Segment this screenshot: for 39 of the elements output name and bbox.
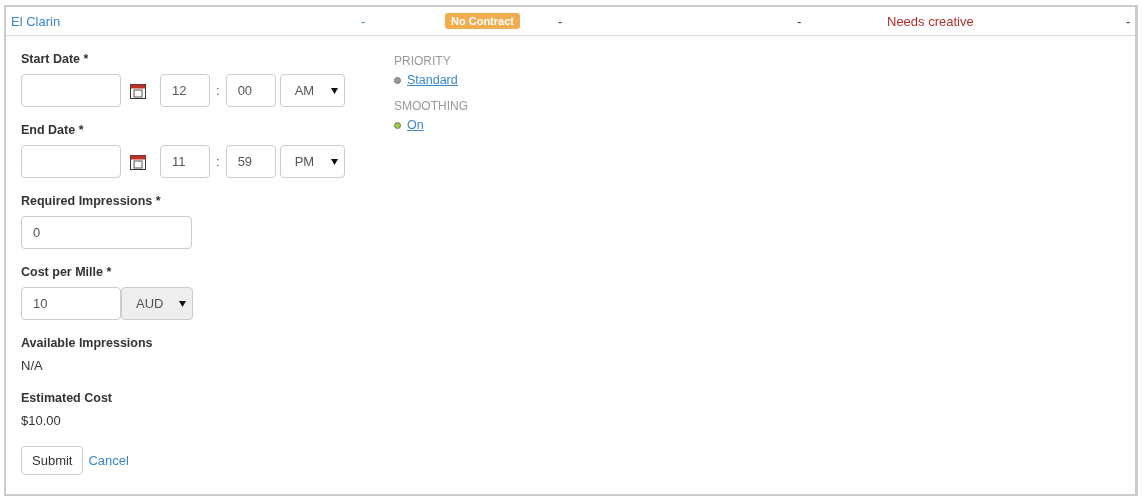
- hour-input[interactable]: 11: [160, 145, 210, 178]
- table-cell: -: [558, 13, 563, 29]
- setting-link[interactable]: On: [407, 118, 424, 132]
- caret-icon: [330, 87, 338, 94]
- field-value: $10.00: [21, 413, 62, 428]
- minute-input[interactable]: 00: [225, 74, 276, 107]
- table-cell: -: [1126, 13, 1131, 29]
- field-label: Estimated Cost: [21, 391, 113, 405]
- caret-icon: [179, 300, 186, 307]
- cancel-link[interactable]: Cancel: [88, 453, 129, 468]
- field-label: Required Impressions *: [21, 194, 162, 208]
- setting-heading: PRIORITY: [394, 54, 452, 68]
- setting-link[interactable]: Standard: [407, 73, 458, 87]
- field-label: Cost per Mille *: [21, 265, 113, 279]
- calendar-icon[interactable]: [130, 153, 146, 170]
- caret-icon: [330, 158, 338, 165]
- meridiem-select[interactable]: PM: [279, 145, 345, 178]
- field-label: End Date *: [21, 123, 85, 137]
- calendar-icon[interactable]: [130, 82, 146, 99]
- status-text: Needs creative: [887, 13, 974, 29]
- time-separator: :: [216, 83, 220, 98]
- date-input[interactable]: [21, 145, 121, 178]
- impressions-input[interactable]: 0: [21, 216, 192, 249]
- row-link[interactable]: -: [361, 13, 366, 29]
- field-value: N/A: [21, 358, 44, 373]
- submit-button[interactable]: Submit: [21, 446, 84, 475]
- field-label: Available Impressions: [21, 336, 154, 350]
- hour-input[interactable]: 12: [160, 74, 210, 107]
- contract-badge: No Contract: [445, 13, 520, 29]
- currency-select[interactable]: AUD: [121, 287, 193, 320]
- time-separator: :: [216, 154, 220, 169]
- setting-heading: SMOOTHING: [394, 99, 468, 113]
- row-link[interactable]: El Clarin: [11, 13, 61, 29]
- table-cell: -: [797, 13, 802, 29]
- date-input[interactable]: [21, 74, 121, 107]
- field-label: Start Date *: [21, 52, 90, 66]
- meridiem-select[interactable]: AM: [279, 74, 345, 107]
- minute-input[interactable]: 59: [225, 145, 276, 178]
- cpm-input[interactable]: 10: [21, 287, 121, 320]
